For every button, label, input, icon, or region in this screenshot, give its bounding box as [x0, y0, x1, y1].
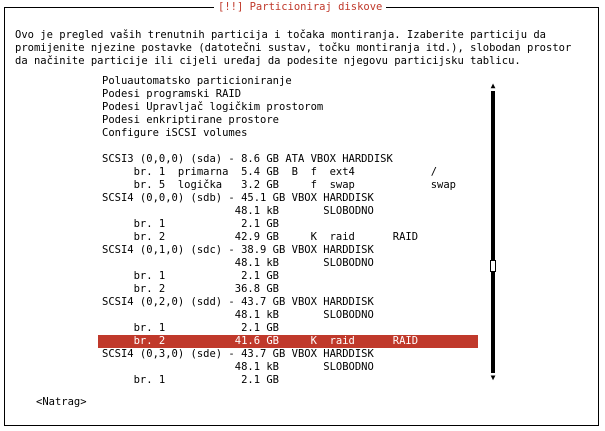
menu-separator	[98, 140, 478, 153]
menu-item[interactable]: SCSI4 (0,2,0) (sdd) - 43.7 GB VBOX HARDD…	[98, 296, 478, 309]
menu-item[interactable]: 48.1 kB SLOBODNO	[98, 309, 478, 322]
menu-item[interactable]: SCSI4 (0,0,0) (sdb) - 45.1 GB VBOX HARDD…	[98, 192, 478, 205]
scroll-down-icon[interactable]: ▼	[488, 373, 498, 383]
back-button[interactable]: <Natrag>	[36, 396, 87, 409]
scroll-thumb[interactable]	[490, 260, 496, 272]
menu-item[interactable]: Podesi Upravljač logičkim prostorom	[98, 101, 478, 114]
menu-item[interactable]: br. 1 primarna 5.4 GB B f ext4 /	[98, 166, 478, 179]
partition-menu: Poluautomatsko particioniranje Podesi pro…	[98, 75, 478, 387]
menu-item[interactable]: br. 1 2.1 GB	[98, 218, 478, 231]
menu-scrollbar[interactable]: ▲ ▼	[488, 81, 498, 383]
menu-item[interactable]: SCSI4 (0,3,0) (sde) - 43.7 GB VBOX HARDD…	[98, 348, 478, 361]
menu-item[interactable]: br. 5 logička 3.2 GB f swap swap	[98, 179, 478, 192]
menu-item[interactable]: 48.1 kB SLOBODNO	[98, 361, 478, 374]
menu-item[interactable]: Podesi enkriptirane prostore	[98, 114, 478, 127]
menu-item[interactable]: Configure iSCSI volumes	[98, 127, 478, 140]
scroll-up-icon[interactable]: ▲	[488, 81, 498, 91]
menu-item[interactable]: br. 1 2.1 GB	[98, 322, 478, 335]
menu-item[interactable]: 48.1 kB SLOBODNO	[98, 205, 478, 218]
menu-item[interactable]: br. 2 42.9 GB K raid RAID	[98, 231, 478, 244]
menu-item[interactable]: br. 1 2.1 GB	[98, 270, 478, 283]
menu-item[interactable]: 48.1 kB SLOBODNO	[98, 257, 478, 270]
menu-item[interactable]: Poluautomatsko particioniranje	[98, 75, 478, 88]
menu-item[interactable]: SCSI4 (0,1,0) (sdc) - 38.9 GB VBOX HARDD…	[98, 244, 478, 257]
menu-item[interactable]: br. 2 36.8 GB	[98, 283, 478, 296]
scroll-track[interactable]	[490, 91, 496, 373]
menu-item[interactable]: br. 2 41.6 GB K raid RAID	[98, 335, 478, 348]
menu-item[interactable]: Podesi programski RAID	[98, 88, 478, 101]
dialog-title: [!!] Particioniraj diskove	[214, 1, 387, 14]
menu-item[interactable]: SCSI3 (0,0,0) (sda) - 8.6 GB ATA VBOX HA…	[98, 153, 478, 166]
dialog-description: Ovo je pregled vaših trenutnih particija…	[15, 29, 572, 67]
menu-item[interactable]: br. 1 2.1 GB	[98, 374, 478, 387]
